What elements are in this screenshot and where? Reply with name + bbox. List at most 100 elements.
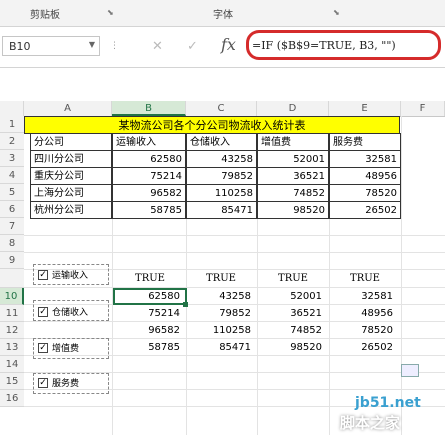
column-header-d[interactable]: D — [257, 101, 329, 116]
gridline — [24, 252, 445, 253]
highlight-oval — [246, 30, 441, 60]
result-cell[interactable]: 98520 — [264, 342, 322, 353]
result-cell[interactable]: 52001 — [264, 291, 322, 302]
table-cell[interactable]: 26502 — [329, 201, 401, 219]
row-header-1[interactable]: 1 — [0, 116, 24, 133]
gridline — [24, 235, 445, 236]
insert-function-button[interactable]: fx — [221, 35, 236, 54]
table-cell[interactable]: 85471 — [186, 201, 257, 219]
formula-bar: B10 ▼ ⋮ ✕ ✓ fx =IF ($B$9=TRUE, B3, "") — [0, 27, 445, 68]
row-header-9b — [0, 269, 24, 288]
paste-options-icon[interactable] — [401, 364, 419, 377]
column-header-c[interactable]: C — [186, 101, 257, 116]
fill-handle[interactable] — [183, 302, 188, 307]
flag-cell[interactable]: TRUE — [120, 273, 180, 284]
gridline — [24, 321, 445, 322]
result-cell[interactable]: 58785 — [122, 342, 180, 353]
row-header-2[interactable]: 2 — [0, 133, 24, 150]
clipboard-launcher-icon[interactable]: ⬊ — [107, 8, 114, 17]
result-cell[interactable]: 48956 — [335, 308, 393, 319]
header-cell-value-added[interactable]: 增值费 — [257, 133, 329, 151]
checkbox-indicator[interactable]: ✓ — [38, 343, 48, 353]
table-cell[interactable]: 36521 — [257, 167, 329, 185]
column-header-b[interactable]: B — [112, 101, 186, 116]
ribbon-group-labels: 剪贴板 ⬊ 字体 ⬊ — [0, 0, 445, 27]
column-header-a[interactable]: A — [24, 101, 112, 116]
table-cell[interactable]: 74852 — [257, 184, 329, 202]
row-header-7[interactable]: 7 — [0, 218, 24, 235]
row-header-16[interactable]: 16 — [0, 390, 24, 407]
row-header-10[interactable]: 10 — [0, 288, 24, 305]
column-header-f[interactable]: F — [401, 101, 445, 116]
checkbox-label: 仓储收入 — [52, 308, 89, 318]
row-header-6[interactable]: 6 — [0, 201, 24, 218]
result-cell[interactable]: 26502 — [335, 342, 393, 353]
flag-cell[interactable]: TRUE — [191, 273, 251, 284]
flag-cell[interactable]: TRUE — [263, 273, 323, 284]
checkbox-indicator[interactable]: ✓ — [38, 378, 48, 388]
table-cell[interactable]: 58785 — [112, 201, 186, 219]
row-header-9[interactable]: 9 — [0, 252, 24, 269]
select-all-corner[interactable] — [0, 101, 24, 116]
table-cell[interactable]: 62580 — [112, 150, 186, 168]
table-cell[interactable]: 48956 — [329, 167, 401, 185]
watermark-logo: 脚本之家 — [340, 414, 401, 432]
table-cell[interactable]: 上海分公司 — [30, 184, 112, 202]
header-cell-service[interactable]: 服务费 — [329, 133, 401, 151]
result-cell[interactable]: 79852 — [193, 308, 251, 319]
font-launcher-icon[interactable]: ⬊ — [333, 8, 340, 17]
result-cell[interactable]: 85471 — [193, 342, 251, 353]
chevron-down-icon[interactable]: ▼ — [89, 40, 95, 49]
table-cell[interactable]: 98520 — [257, 201, 329, 219]
checkbox-indicator[interactable]: ✓ — [38, 270, 48, 280]
table-cell[interactable]: 重庆分公司 — [30, 167, 112, 185]
name-box[interactable]: B10 ▼ — [2, 36, 100, 56]
flag-cell[interactable]: TRUE — [335, 273, 395, 284]
result-cell[interactable]: 96582 — [122, 325, 180, 336]
result-cell[interactable]: 43258 — [193, 291, 251, 302]
result-cell[interactable]: 32581 — [335, 291, 393, 302]
clipboard-group-label: 剪贴板 — [30, 10, 60, 21]
table-title[interactable]: 某物流公司各个分公司物流收入统计表 — [24, 116, 400, 134]
resize-handle-icon[interactable]: ⋮ — [110, 41, 119, 51]
table-cell[interactable]: 杭州分公司 — [30, 201, 112, 219]
row-header-11[interactable]: 11 — [0, 305, 24, 322]
watermark-site: jb51.net — [355, 395, 421, 411]
enter-check-icon[interactable]: ✓ — [187, 39, 198, 54]
row-header-8[interactable]: 8 — [0, 235, 24, 252]
table-cell[interactable]: 96582 — [112, 184, 186, 202]
row-header-5[interactable]: 5 — [0, 184, 24, 201]
row-header-3[interactable]: 3 — [0, 150, 24, 167]
result-cell[interactable]: 75214 — [122, 308, 180, 319]
table-cell[interactable]: 52001 — [257, 150, 329, 168]
table-cell[interactable]: 32581 — [329, 150, 401, 168]
result-cell[interactable]: 110258 — [193, 325, 251, 336]
table-cell[interactable]: 75214 — [112, 167, 186, 185]
column-header-bar: A B C D E F — [0, 101, 445, 117]
header-cell-transport[interactable]: 运输收入 — [112, 133, 186, 151]
table-cell[interactable]: 110258 — [186, 184, 257, 202]
row-header-4[interactable]: 4 — [0, 167, 24, 184]
cancel-icon[interactable]: ✕ — [152, 39, 163, 54]
name-box-value: B10 — [9, 40, 31, 53]
table-cell[interactable]: 43258 — [186, 150, 257, 168]
result-cell[interactable]: 74852 — [264, 325, 322, 336]
header-cell-storage[interactable]: 仓储收入 — [186, 133, 257, 151]
checkbox-label: 运输收入 — [52, 271, 89, 281]
table-cell[interactable]: 四川分公司 — [30, 150, 112, 168]
header-cell-branch[interactable]: 分公司 — [30, 133, 112, 151]
row-header-12[interactable]: 12 — [0, 322, 24, 339]
row-header-14[interactable]: 14 — [0, 356, 24, 373]
table-cell[interactable]: 78520 — [329, 184, 401, 202]
checkbox-indicator[interactable]: ✓ — [38, 307, 48, 317]
row-header-15[interactable]: 15 — [0, 373, 24, 390]
gridline — [401, 116, 402, 435]
checkbox-label: 服务费 — [52, 379, 80, 389]
row-header-13[interactable]: 13 — [0, 339, 24, 356]
column-header-e[interactable]: E — [329, 101, 401, 116]
active-cell-border[interactable] — [113, 288, 187, 305]
gridline — [24, 287, 445, 288]
table-cell[interactable]: 79852 — [186, 167, 257, 185]
result-cell[interactable]: 36521 — [264, 308, 322, 319]
result-cell[interactable]: 78520 — [335, 325, 393, 336]
